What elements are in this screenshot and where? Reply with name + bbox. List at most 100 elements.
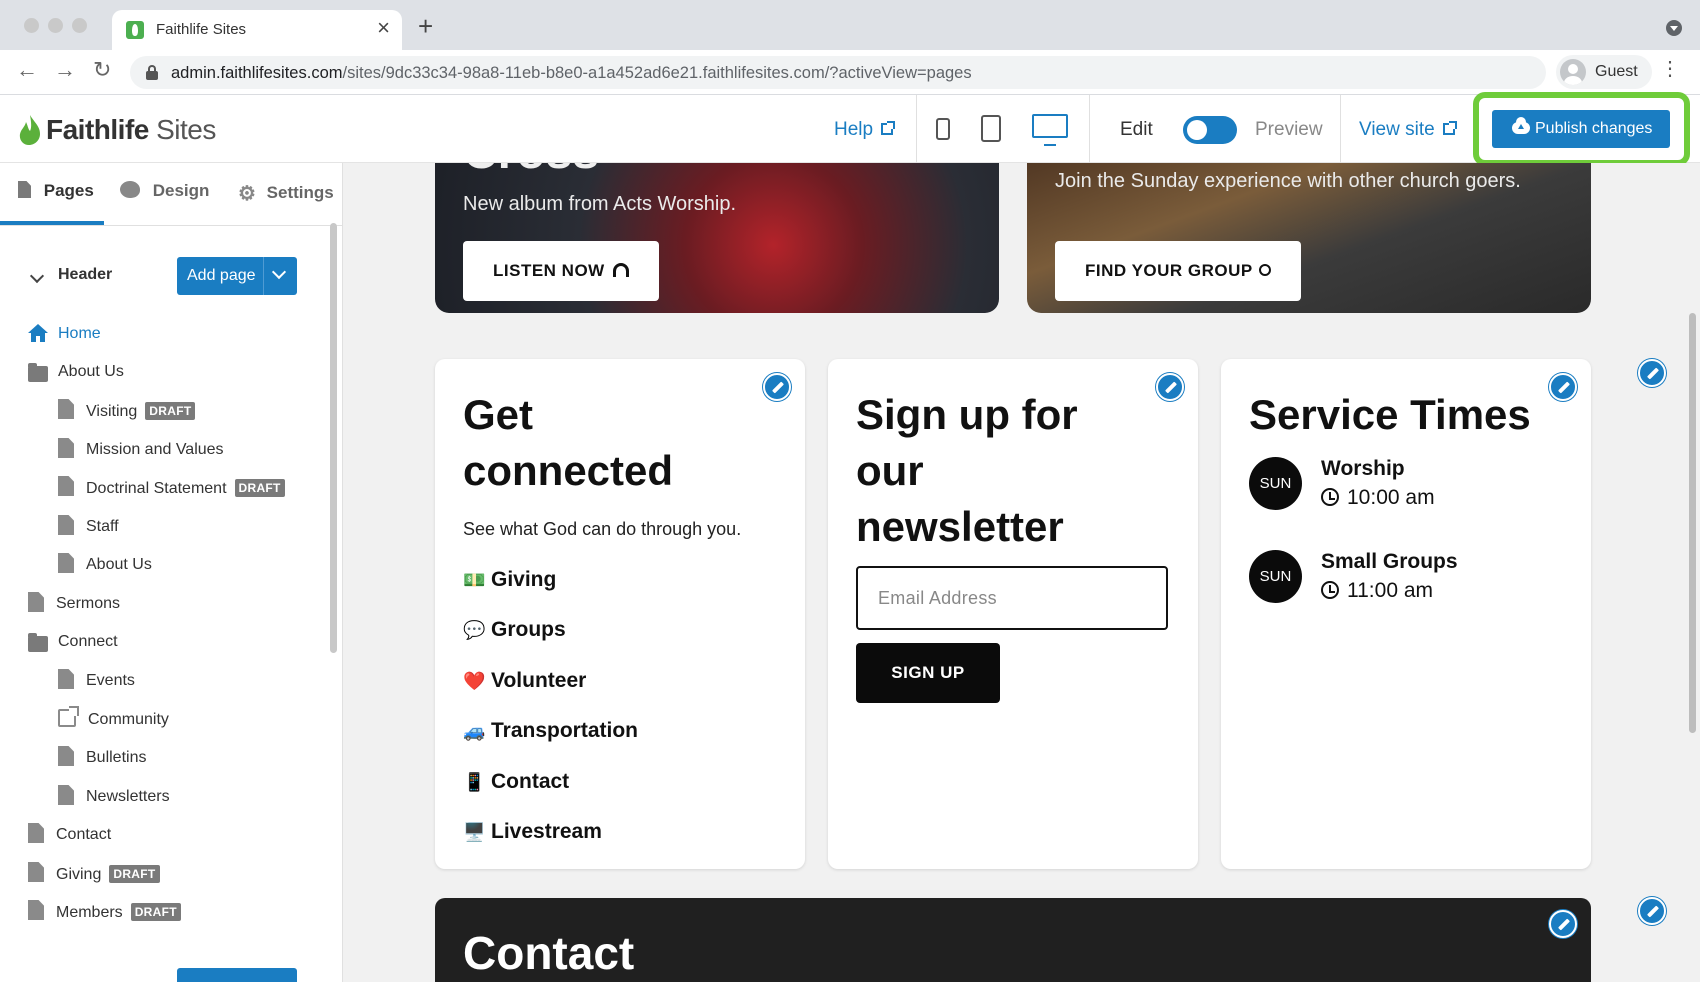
- sidebar-item-community[interactable]: Community: [88, 711, 169, 729]
- sidebar-item-contact[interactable]: Contact: [56, 826, 111, 844]
- link-livestream[interactable]: 🖥️ Livestream: [463, 820, 602, 844]
- profile-button[interactable]: Guest: [1556, 55, 1652, 89]
- forward-arrow-icon[interactable]: →: [54, 59, 76, 81]
- sidebar-item-connect[interactable]: Connect: [58, 633, 118, 651]
- folder-icon: [28, 633, 48, 652]
- address-bar[interactable]: admin.faithlifesites.com/sites/9dc33c34-…: [130, 56, 1546, 89]
- tab-search-icon[interactable]: [1666, 20, 1682, 36]
- page-icon: [18, 181, 31, 198]
- hero-title: Cross: [463, 163, 599, 180]
- lock-icon: [146, 65, 158, 80]
- flame-logo-icon: [19, 115, 40, 145]
- new-tab-icon[interactable]: +: [418, 13, 433, 39]
- sidebar-item-mission-and-values[interactable]: Mission and Values: [86, 441, 224, 459]
- phone-icon: 📱: [463, 772, 486, 792]
- back-arrow-icon[interactable]: ←: [16, 59, 38, 81]
- window-minimize-button[interactable]: [48, 18, 63, 33]
- link-volunteer[interactable]: ❤️ Volunteer: [463, 669, 586, 693]
- sidebar-scrollbar[interactable]: [330, 223, 337, 653]
- get-connected-card[interactable]: Get connected See what God can do through…: [435, 359, 805, 869]
- sidebar-item-about-us-folder[interactable]: About Us: [58, 363, 124, 381]
- canvas-scrollbar[interactable]: [1689, 313, 1696, 733]
- tab-settings[interactable]: ⚙ Settings: [238, 181, 334, 206]
- sidebar-item-visiting[interactable]: Visiting DRAFT: [86, 402, 196, 421]
- link-giving[interactable]: 💵 Giving: [463, 568, 556, 592]
- sidebar-item-staff[interactable]: Staff: [86, 518, 119, 536]
- service-times-card[interactable]: Service Times SUN Worship 10:00 am SUN S…: [1221, 359, 1591, 869]
- window-zoom-button[interactable]: [72, 18, 87, 33]
- clock-icon: [1321, 581, 1339, 599]
- help-link[interactable]: Help: [834, 119, 896, 141]
- mobile-preview-icon[interactable]: [936, 118, 950, 140]
- sidebar-item-doctrinal-statement[interactable]: Doctrinal Statement DRAFT: [86, 479, 285, 498]
- draft-badge: DRAFT: [145, 402, 196, 420]
- sidebar-item-bulletins[interactable]: Bulletins: [86, 749, 146, 767]
- email-field[interactable]: [856, 566, 1168, 630]
- edit-mode-label[interactable]: Edit: [1120, 119, 1153, 141]
- tab-pages[interactable]: Pages: [18, 181, 94, 201]
- link-contact[interactable]: 📱 Contact: [463, 770, 569, 794]
- clock-icon: [1321, 488, 1339, 506]
- faithlife-favicon-icon: [126, 21, 144, 39]
- external-link-icon: [881, 121, 896, 135]
- edit-section-pencil-icon[interactable]: [1638, 359, 1666, 387]
- heart-icon: ❤️: [463, 671, 486, 691]
- headphones-icon: [612, 263, 629, 277]
- sidebar-item-home[interactable]: Home: [58, 325, 101, 343]
- sidebar-item-newsletters[interactable]: Newsletters: [86, 788, 170, 806]
- chevron-down-icon[interactable]: [271, 264, 287, 280]
- publish-changes-button[interactable]: Publish changes: [1492, 110, 1670, 148]
- card-body-text: See what God can do through you.: [463, 519, 742, 539]
- sidebar-item-giving[interactable]: Giving DRAFT: [56, 865, 160, 884]
- home-icon: [28, 324, 48, 342]
- add-page-button[interactable]: Add page: [177, 257, 297, 295]
- edit-pencil-icon[interactable]: [1156, 373, 1184, 401]
- url-host: admin.faithlifesites.com: [171, 64, 343, 82]
- window-close-button[interactable]: [24, 18, 39, 33]
- browser-tab[interactable]: Faithlife Sites ×: [112, 10, 402, 50]
- edit-pencil-icon[interactable]: [1549, 373, 1577, 401]
- card-title: Service Times: [1249, 391, 1531, 438]
- tab-design[interactable]: Design: [120, 181, 209, 201]
- speech-bubble-icon: 💬: [463, 620, 486, 640]
- page-preview-canvas: Cross New album from Acts Worship. LISTE…: [343, 163, 1700, 982]
- browser-menu-icon[interactable]: ⋮: [1660, 59, 1680, 79]
- edit-pencil-icon[interactable]: [763, 373, 791, 401]
- sign-up-button[interactable]: SIGN UP: [856, 643, 1000, 703]
- card-title: Get connected: [463, 391, 674, 494]
- contact-section[interactable]: Contact: [435, 898, 1591, 982]
- hero-groups-section[interactable]: Join the Sunday experience with other ch…: [1027, 163, 1591, 313]
- tab-title: Faithlife Sites: [156, 21, 247, 38]
- tablet-preview-icon[interactable]: [981, 115, 1001, 142]
- edit-section-pencil-icon[interactable]: [1638, 897, 1666, 925]
- preview-mode-label[interactable]: Preview: [1255, 119, 1323, 141]
- bottom-add-button[interactable]: [177, 968, 297, 982]
- app-header: Faithlife Sites Help Edit Preview View s…: [0, 95, 1700, 163]
- link-transportation[interactable]: 🚙 Transportation: [463, 719, 638, 743]
- avatar-icon: [1560, 59, 1586, 85]
- monitor-icon: 🖥️: [463, 822, 486, 842]
- service-name: Small Groups: [1321, 550, 1458, 573]
- link-groups[interactable]: 💬 Groups: [463, 618, 566, 642]
- hero-album-section[interactable]: Cross New album from Acts Worship. LISTE…: [435, 163, 999, 313]
- sidebar-item-events[interactable]: Events: [86, 672, 135, 690]
- listen-now-button[interactable]: LISTEN NOW: [463, 241, 659, 301]
- newsletter-card[interactable]: Sign up forournewsletter SIGN UP: [828, 359, 1198, 869]
- view-site-link[interactable]: View site: [1359, 119, 1457, 141]
- search-icon: [1258, 264, 1271, 276]
- desktop-preview-icon[interactable]: [1032, 114, 1068, 146]
- logo-text: Faithlife Sites: [46, 114, 216, 145]
- section-title: Contact: [463, 927, 635, 979]
- section-header-label[interactable]: Header: [58, 266, 112, 284]
- edit-pencil-icon[interactable]: [1549, 910, 1577, 938]
- sidebar-item-sermons[interactable]: Sermons: [56, 595, 120, 613]
- sidebar-item-about-us[interactable]: About Us: [86, 556, 152, 574]
- divider: [1340, 95, 1341, 163]
- card-title: Sign up for our newsletter: [856, 391, 1078, 550]
- find-your-group-button[interactable]: FIND YOUR GROUP: [1055, 241, 1301, 301]
- sidebar-item-members[interactable]: Members DRAFT: [56, 903, 181, 922]
- reload-icon[interactable]: ↻: [93, 59, 111, 81]
- draft-badge: DRAFT: [234, 479, 285, 497]
- edit-preview-toggle[interactable]: [1183, 116, 1237, 144]
- tab-close-icon[interactable]: ×: [377, 17, 390, 39]
